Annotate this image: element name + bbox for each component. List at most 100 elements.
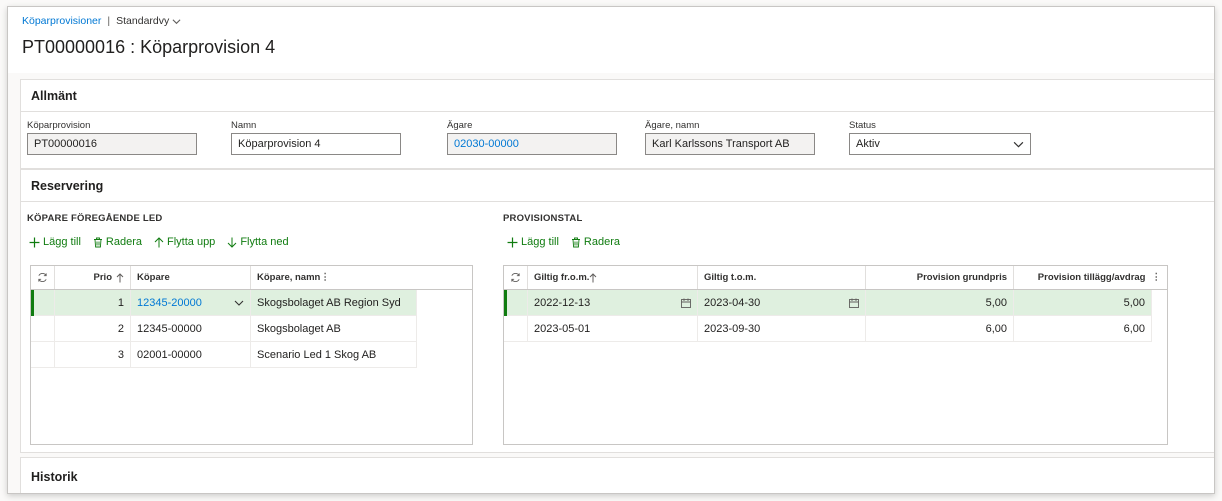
- field-kopprovision: Köparprovision PT00000016: [27, 120, 197, 155]
- chevron-down-icon: [172, 18, 181, 24]
- table-row[interactable]: 3 02001-00000 Scenario Led 1 Skog AB: [31, 342, 472, 368]
- trash-icon: [93, 237, 102, 247]
- table-row[interactable]: 1 12345-20000 Skogsbolaget AB Region Syd: [31, 290, 472, 316]
- kopprovision-input[interactable]: PT00000016: [27, 133, 197, 155]
- view-selector[interactable]: Standardvy: [116, 15, 181, 27]
- to-column-header[interactable]: Giltig t.o.m.: [698, 266, 866, 289]
- extra-cell: 6,00: [1014, 316, 1152, 342]
- provisions-delete-button[interactable]: Radera: [571, 236, 620, 248]
- row-selector[interactable]: [31, 290, 55, 316]
- row-selector[interactable]: [31, 342, 55, 368]
- page-header: Köparprovisioner | Standardvy PT00000016…: [8, 7, 1214, 73]
- field-namn: Namn Köparprovision 4: [231, 120, 401, 155]
- from-column-label: Giltig fr.o.m.: [534, 272, 590, 283]
- base-column-header[interactable]: Provision grundpris: [866, 266, 1014, 289]
- base-cell: 6,00: [866, 316, 1014, 342]
- arrow-up-icon: [154, 236, 164, 247]
- to-cell[interactable]: 2023-04-30: [698, 290, 866, 316]
- buyers-move-down-label: Flytta ned: [240, 236, 289, 248]
- provisions-section-title: PROVISIONSTAL: [503, 213, 583, 224]
- buyers-move-down-button[interactable]: Flytta ned: [227, 236, 289, 248]
- more-options-icon[interactable]: ⋮: [320, 272, 330, 283]
- buyers-delete-label: Radera: [105, 236, 142, 248]
- breadcrumb-link[interactable]: Köparprovisioner: [22, 15, 101, 27]
- fasttab-general: Allmänt Köparprovision PT00000016 Namn K…: [20, 79, 1214, 169]
- provisions-add-label: Lägg till: [521, 236, 559, 248]
- refresh-icon: [38, 272, 47, 283]
- kopare-value: 12345-20000: [137, 296, 202, 309]
- trash-icon: [571, 237, 580, 247]
- from-cell: 2023-05-01: [528, 316, 698, 342]
- view-selector-label: Standardvy: [116, 15, 170, 27]
- kopare-namn-cell: Scenario Led 1 Skog AB: [251, 342, 417, 368]
- page-title: PT00000016 : Köparprovision 4: [22, 37, 276, 57]
- agare-namn-input[interactable]: Karl Karlssons Transport AB: [645, 133, 815, 155]
- from-value: 2022-12-13: [534, 296, 591, 309]
- breadcrumb: Köparprovisioner | Standardvy: [22, 15, 181, 27]
- buyers-move-up-label: Flytta upp: [167, 236, 216, 248]
- sort-ascending-icon: [116, 272, 124, 282]
- refresh-icon: [511, 272, 520, 283]
- buyers-add-label: Lägg till: [43, 236, 81, 248]
- fasttab-reservation: Reservering KÖPARE FÖREGÅENDE LED Lägg t…: [20, 169, 1214, 453]
- plus-icon: [29, 237, 40, 247]
- calendar-icon[interactable]: [849, 298, 859, 308]
- buyers-move-up-button[interactable]: Flytta upp: [154, 236, 215, 248]
- field-label: Status: [849, 120, 876, 131]
- row-selector[interactable]: [504, 290, 528, 316]
- provisions-delete-label: Radera: [583, 236, 620, 248]
- buyers-add-button[interactable]: Lägg till: [29, 236, 81, 248]
- buyers-delete-button[interactable]: Radera: [93, 236, 142, 248]
- row-selector[interactable]: [504, 316, 528, 342]
- app-window: Köparprovisioner | Standardvy PT00000016…: [7, 6, 1215, 494]
- table-row[interactable]: 2023-05-01 2023-09-30 6,00 6,00: [504, 316, 1167, 342]
- kopare-cell: 02001-00000: [131, 342, 251, 368]
- prio-column-label: Prio: [93, 272, 112, 283]
- field-label: Namn: [231, 120, 257, 131]
- agare-input[interactable]: 02030-00000: [447, 133, 617, 155]
- extra-column-header[interactable]: Provision tillägg/avdrag ⋮: [1014, 266, 1167, 289]
- extra-cell: 5,00: [1014, 290, 1152, 316]
- kopare-namn-cell: Skogsbolaget AB: [251, 316, 417, 342]
- breadcrumb-separator: |: [107, 15, 111, 27]
- buyers-grid: Prio Köpare Köpare, namn ⋮ 1 12345-20000…: [30, 265, 473, 445]
- plus-icon: [507, 237, 518, 247]
- fasttab-history-header[interactable]: Historik: [21, 458, 1214, 493]
- kopare-namn-column-label: Köpare, namn: [257, 272, 321, 283]
- from-column-header[interactable]: Giltig fr.o.m.: [528, 266, 698, 289]
- arrow-down-icon: [227, 237, 237, 248]
- provisions-grid-header: Giltig fr.o.m. Giltig t.o.m. Provision g…: [504, 266, 1167, 290]
- fasttab-general-header[interactable]: Allmänt: [21, 80, 1214, 112]
- fasttab-history: Historik: [20, 457, 1214, 493]
- refresh-column[interactable]: [504, 266, 528, 289]
- field-status: Status Aktiv: [849, 120, 1031, 155]
- to-cell: 2023-09-30: [698, 316, 866, 342]
- prio-column-header[interactable]: Prio: [55, 266, 131, 289]
- chevron-down-icon[interactable]: [234, 298, 244, 308]
- table-row[interactable]: 2022-12-13 2023-04-30 5,00 5,00: [504, 290, 1167, 316]
- kopare-column-header[interactable]: Köpare: [131, 266, 251, 289]
- prio-cell: 3: [55, 342, 131, 368]
- to-value: 2023-04-30: [704, 296, 761, 309]
- status-value: Aktiv: [856, 138, 880, 150]
- refresh-column[interactable]: [31, 266, 55, 289]
- kopare-namn-column-header[interactable]: Köpare, namn ⋮: [251, 266, 472, 289]
- from-cell[interactable]: 2022-12-13: [528, 290, 698, 316]
- status-select[interactable]: Aktiv: [849, 133, 1031, 155]
- provisions-grid: Giltig fr.o.m. Giltig t.o.m. Provision g…: [503, 265, 1168, 445]
- namn-input[interactable]: Köparprovision 4: [231, 133, 401, 155]
- row-selector[interactable]: [31, 316, 55, 342]
- field-label: Ägare, namn: [645, 120, 700, 131]
- buyers-grid-header: Prio Köpare Köpare, namn ⋮: [31, 266, 472, 290]
- provisions-toolbar: Lägg till Radera: [507, 236, 620, 248]
- buyers-section-title: KÖPARE FÖREGÅENDE LED: [27, 213, 163, 224]
- more-options-icon[interactable]: ⋮: [1152, 272, 1162, 283]
- field-agare-namn: Ägare, namn Karl Karlssons Transport AB: [645, 120, 815, 155]
- table-row[interactable]: 2 12345-00000 Skogsbolaget AB: [31, 316, 472, 342]
- kopare-cell[interactable]: 12345-20000: [131, 290, 251, 316]
- kopare-namn-cell: Skogsbolaget AB Region Syd: [251, 290, 417, 316]
- buyers-toolbar: Lägg till Radera Flytta upp Flytta ned: [29, 236, 289, 248]
- fasttab-reservation-header[interactable]: Reservering: [21, 170, 1214, 202]
- provisions-add-button[interactable]: Lägg till: [507, 236, 559, 248]
- calendar-icon[interactable]: [681, 298, 691, 308]
